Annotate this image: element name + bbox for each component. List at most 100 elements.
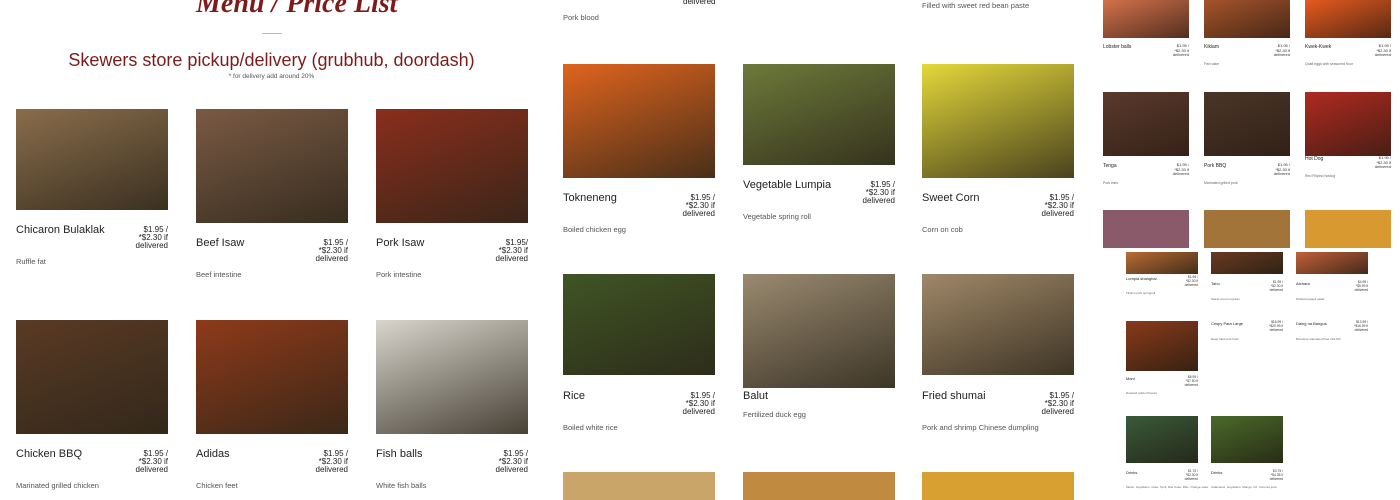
lobster-balls-name: Lobster balls: [1103, 44, 1132, 50]
beef-isaw-description: Beef intestine: [196, 270, 242, 279]
chicaron-bulaklak-description: Ruffle fat: [16, 257, 46, 266]
fried-shumai-name: Fried shumai: [922, 390, 986, 402]
taho-1-photo: [1211, 252, 1283, 274]
mani-5-price: $6.99 /*$7.50 if delivered: [1174, 375, 1198, 387]
adidas-price-line: delivered: [315, 465, 348, 474]
daing-na-bangus-4-name: Daing na Bangus: [1296, 321, 1327, 326]
sweet-corn-price-line: delivered: [1041, 209, 1074, 218]
crispy-pata-large-3-name: Crispy Pata Large: [1211, 321, 1244, 326]
lumpia-shanghai-0-name: Lumpia shanghai: [1126, 276, 1157, 281]
drinks-6-price-line: delivered: [1184, 476, 1198, 481]
tokneneng-price: $1.95 /*$2.30 if delivered: [653, 194, 715, 218]
small-row3-photo-2: [1204, 210, 1290, 248]
fried-shumai-description: Pork and shrimp Chinese dumpling: [922, 423, 1039, 432]
fried-shumai-photo: [922, 274, 1074, 375]
chicken-bbq-name: Chicken BBQ: [16, 448, 83, 460]
small-row3-photo-3: [1305, 210, 1391, 248]
sweet-corn-price: $1.95 /*$2.30 if delivered: [1012, 194, 1074, 218]
rice-photo: [563, 274, 715, 375]
bottom-photo-2: [743, 472, 895, 500]
rice-description: Boiled white rice: [563, 423, 618, 432]
mani-5-price-line: delivered: [1184, 382, 1198, 387]
lobster-balls-price: $1.95 /*$2.30 if delivered: [1159, 43, 1189, 58]
drinks-7-description: Calamansi, Guyabano, Mango, C2, Coconut …: [1211, 485, 1277, 489]
balut-photo: [743, 274, 895, 388]
pork-isaw-price-line: delivered: [495, 254, 528, 263]
adidas-price: $1.95 /*$2.30 if delivered: [286, 450, 348, 474]
kwek-kwek-price: $1.95 /*$2.30 if delivered: [1361, 43, 1391, 58]
fragment-filled-sweet: Filled with sweet red bean paste: [922, 1, 1030, 10]
hot-dog-photo: [1305, 92, 1391, 156]
beef-isaw-photo: [196, 109, 348, 223]
tenga-description: Pork ears: [1103, 181, 1118, 185]
kwek-kwek-photo: [1305, 0, 1391, 38]
menu-subtitle: Skewers store pickup/delivery (grubhub, …: [68, 50, 475, 70]
lumpia-shanghai-0-photo: [1126, 252, 1198, 274]
pork-bbq-price: $1.95 /*$2.30 if delivered: [1260, 162, 1290, 177]
rice-price-line: delivered: [682, 407, 715, 416]
fragment-delivered: delivered: [683, 0, 716, 6]
kikiam-photo: [1204, 0, 1290, 38]
pork-bbq-description: Marinated grilled pork: [1204, 181, 1238, 185]
chicken-bbq-description: Marinated grilled chicken: [16, 481, 99, 490]
chicken-bbq-price: $1.95 /*$2.30 if delivered: [106, 450, 168, 474]
kikiam-description: Fish cake: [1204, 62, 1219, 66]
bottom-photo-3: [922, 472, 1074, 500]
atchara-2-price: $4.99 /*$5.99 if delivered: [1344, 280, 1368, 292]
adidas-description: Chicken feet: [196, 481, 238, 490]
pork-isaw-description: Pork intestine: [376, 270, 422, 279]
pork-isaw-price: $1.95/*$2.30 if delivered: [466, 239, 528, 263]
fried-shumai-price: $1.95 /*$2.30 if delivered: [1012, 392, 1074, 416]
tenga-price: $1.95 /*$2.30 if delivered: [1159, 162, 1189, 177]
pork-bbq-photo: [1204, 92, 1290, 156]
rice-price: $1.95 /*$2.30 if delivered: [653, 392, 715, 416]
chicaron-bulaklak-photo: [16, 109, 168, 210]
fried-shumai-price-line: delivered: [1041, 407, 1074, 416]
kikiam-name: Kikiam: [1204, 44, 1220, 50]
drinks-7-price-line: delivered: [1269, 476, 1283, 481]
atchara-2-price-line: delivered: [1354, 287, 1368, 292]
bottom-photo-1: [563, 472, 715, 500]
lumpia-shanghai-0-description: Filipino pork springroll: [1126, 291, 1156, 295]
crispy-pata-large-3-price-line: delivered: [1269, 327, 1283, 332]
fish-balls-price: $1.95 /*$2.30 if delivered: [466, 450, 528, 474]
hot-dog-description: Red Filipino hotdog: [1305, 174, 1336, 178]
lobster-balls-photo: [1103, 0, 1189, 38]
crispy-pata-large-3-description: Deep fried pork hock: [1211, 337, 1239, 341]
taho-1-description: Sweet cured soybean: [1211, 297, 1240, 301]
daing-na-bangus-4-description: Boneless marinated fried milk fish: [1296, 337, 1341, 341]
taho-1-price: $1.95 /*$2.30 if delivered: [1259, 280, 1283, 292]
kwek-kwek-name: Kwek-Kwek: [1305, 44, 1332, 50]
vegetable-lumpia-price: $1.95 /*$2.30 if delivered: [833, 181, 895, 205]
lumpia-shanghai-0-price: $1.95 /*$2.30 if delivered: [1174, 275, 1198, 287]
beef-isaw-name: Beef Isaw: [196, 237, 245, 249]
fish-balls-description: White fish balls: [376, 481, 427, 490]
vegetable-lumpia-photo: [743, 64, 895, 165]
beef-isaw-price-line: delivered: [315, 254, 348, 263]
tenga-name: Tenga: [1103, 163, 1117, 169]
drinks-6-name: Drinks: [1126, 470, 1138, 475]
pork-isaw-photo: [376, 109, 528, 223]
sweet-corn-name: Sweet Corn: [922, 192, 980, 204]
mani-5-photo: [1126, 321, 1198, 371]
atchara-2-description: Pickled papaya salad: [1296, 297, 1325, 301]
chicaron-bulaklak-price-line: delivered: [135, 241, 168, 250]
atchara-2-photo: [1296, 252, 1368, 274]
tenga-photo: [1103, 92, 1189, 156]
delivery-note: * for delivery add around 20%: [228, 73, 315, 80]
daing-na-bangus-4-price-line: delivered: [1354, 327, 1368, 332]
hot-dog-price: $1.95 /*$2.30 if delivered: [1361, 155, 1391, 170]
tokneneng-photo: [563, 64, 715, 178]
drinks-7-name: Drinks: [1211, 470, 1223, 475]
atchara-2-name: Atchara: [1296, 281, 1310, 286]
chicaron-bulaklak-name: Chicaron Bulaklak: [16, 224, 105, 236]
tenga-price-line: delivered: [1172, 171, 1189, 176]
drinks-6-description: Melon, Guyabano, Coke, Sprit, Diet Coke,…: [1126, 485, 1208, 489]
lobster-balls-price-line: delivered: [1172, 52, 1189, 57]
mani-5-description: Roasted Adobo Peanut: [1126, 391, 1157, 395]
adidas-name: Adidas: [196, 448, 230, 460]
title-divider: [262, 33, 282, 34]
mani-5-name: Mani: [1126, 376, 1135, 381]
tokneneng-description: Boiled chicken egg: [563, 225, 626, 234]
kikiam-price-line: delivered: [1273, 52, 1290, 57]
